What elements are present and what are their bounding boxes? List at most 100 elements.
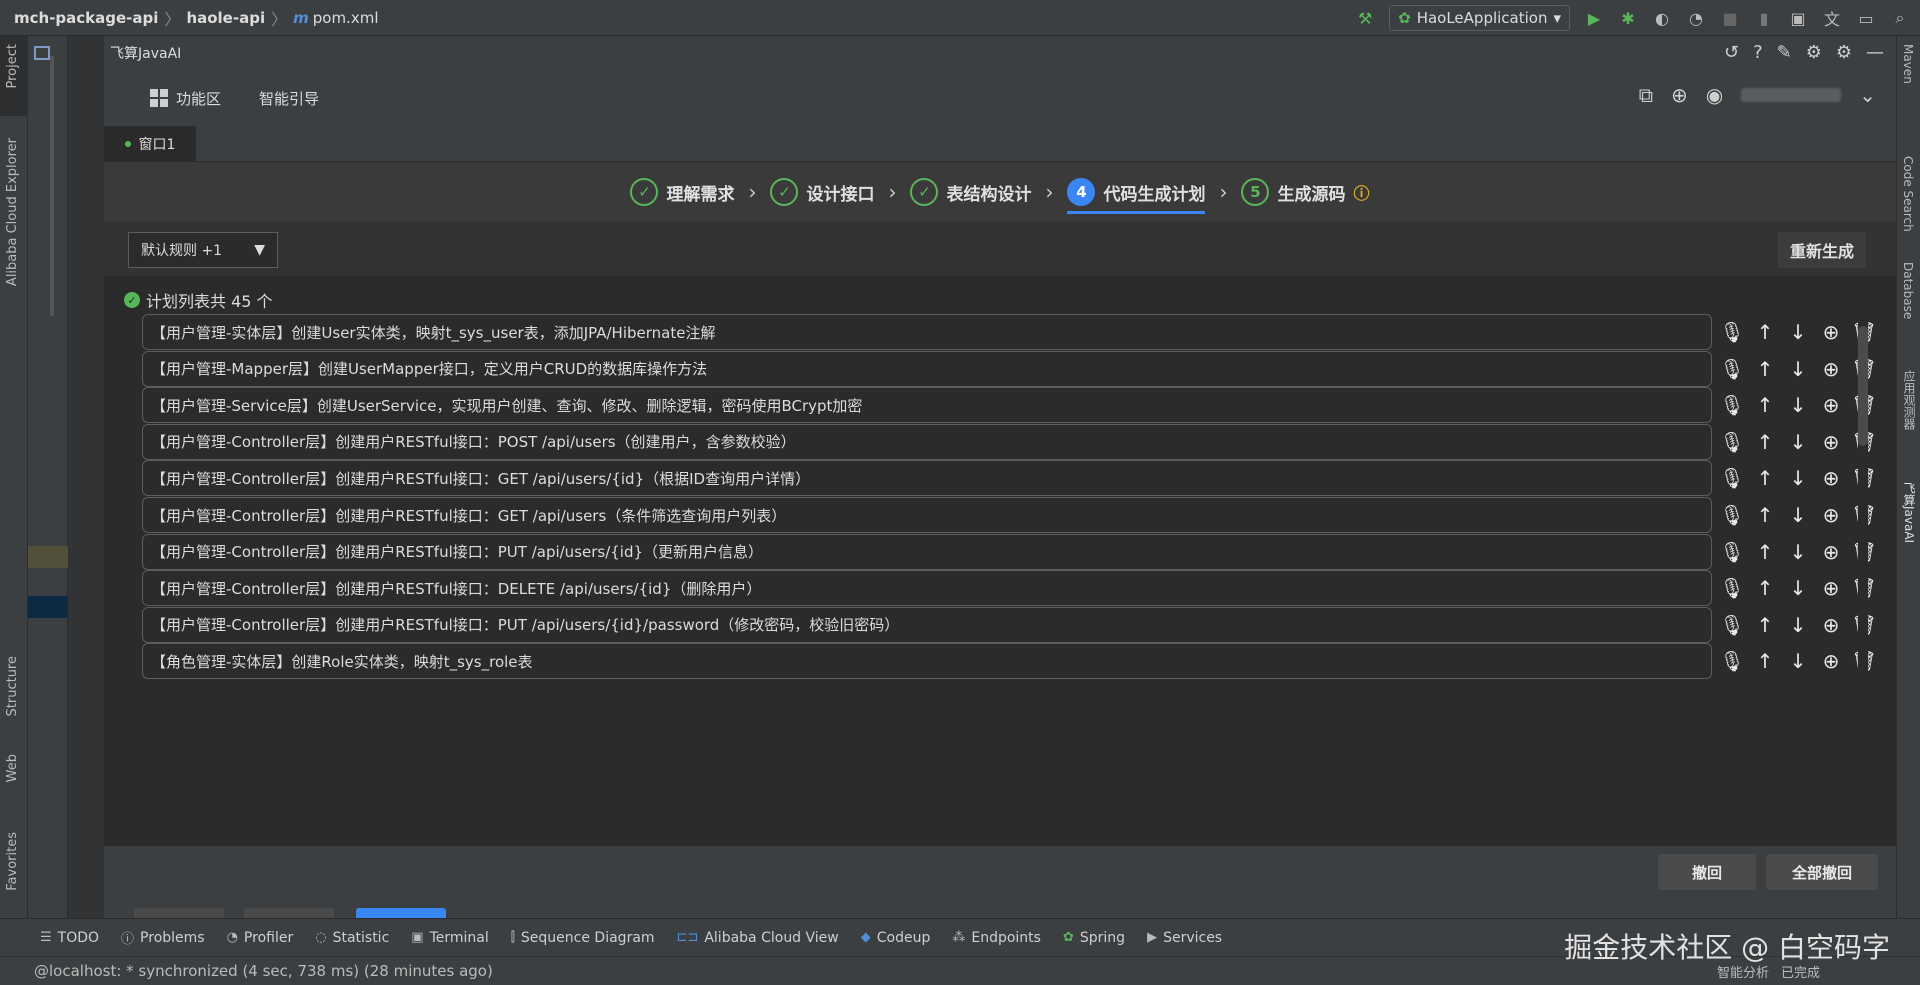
tool-project[interactable]: Project xyxy=(0,36,28,116)
nav-smart-guide[interactable]: 智能引导 xyxy=(259,88,319,109)
panel-layout-icon[interactable] xyxy=(34,46,50,60)
microphone-icon[interactable]: 🎙 xyxy=(1719,393,1744,417)
tool-profiler[interactable]: ◔ Profiler xyxy=(227,930,294,946)
arrow-up-icon[interactable]: ↑ xyxy=(1753,393,1777,417)
tool-statistic[interactable]: ◌ Statistic xyxy=(315,930,389,946)
plan-item-input[interactable]: 【角色管理-实体层】创建Role实体类，映射t_sys_role表 xyxy=(142,643,1712,680)
tool-services[interactable]: ▶ Services xyxy=(1147,930,1222,946)
plan-item-input[interactable]: 【用户管理-Controller层】创建用户RESTful接口：GET /api… xyxy=(142,497,1712,533)
microphone-icon[interactable]: 🎙 xyxy=(1719,576,1744,600)
breadcrumb-project[interactable]: mch-package-api xyxy=(14,9,158,27)
arrow-up-icon[interactable]: ↑ xyxy=(1753,466,1777,490)
breadcrumb-file[interactable]: m pom.xml xyxy=(293,9,378,27)
add-circle-icon[interactable]: ⊕ xyxy=(1819,649,1843,673)
arrow-down-icon[interactable]: ↓ xyxy=(1786,466,1810,490)
add-icon[interactable]: ⊕ xyxy=(1671,83,1688,107)
add-circle-icon[interactable]: ⊕ xyxy=(1819,613,1843,637)
tool-feisuan-javaai[interactable]: 飞算JavaAI xyxy=(1901,482,1918,543)
chevron-down-icon[interactable]: ⌄ xyxy=(1859,83,1876,107)
tool-code-search[interactable]: Code Search xyxy=(1901,156,1915,232)
arrow-up-icon[interactable]: ↑ xyxy=(1753,576,1777,600)
arrow-down-icon[interactable]: ↓ xyxy=(1786,503,1810,527)
add-circle-icon[interactable]: ⊕ xyxy=(1819,430,1843,454)
translate-icon[interactable]: 文 xyxy=(1822,8,1842,29)
step-1[interactable]: ✓ 理解需求 xyxy=(630,162,734,222)
tool-sequence-diagram[interactable]: ⫿ Sequence Diagram xyxy=(511,930,655,946)
breadcrumb-module[interactable]: haole-api xyxy=(186,9,265,27)
project-structure-icon[interactable]: ▣ xyxy=(1788,8,1808,28)
step-3[interactable]: ✓ 表结构设计 xyxy=(910,162,1031,222)
edit-icon[interactable]: ✎ xyxy=(1777,42,1792,63)
plan-item-input[interactable]: 【用户管理-Service层】创建UserService，实现用户创建、查询、修… xyxy=(142,387,1712,424)
plan-item-input[interactable]: 【用户管理-Controller层】创建用户RESTful接口：PUT /api… xyxy=(142,606,1712,643)
microphone-icon[interactable]: 🎙 xyxy=(1719,320,1744,344)
arrow-down-icon[interactable]: ↓ xyxy=(1786,430,1810,454)
help-icon[interactable]: ? xyxy=(1753,42,1763,63)
arrow-down-icon[interactable]: ↓ xyxy=(1786,540,1810,564)
plan-item-input[interactable]: 【用户管理-Controller层】创建用户RESTful接口：PUT /api… xyxy=(142,533,1712,570)
add-circle-icon[interactable]: ⊕ xyxy=(1819,466,1843,490)
tool-todo[interactable]: ☰ TODO xyxy=(40,930,99,946)
microphone-icon[interactable]: 🎙 xyxy=(1719,430,1744,454)
tool-database[interactable]: Database xyxy=(1901,262,1915,319)
presentation-icon[interactable]: ▭ xyxy=(1856,8,1876,28)
arrow-up-icon[interactable]: ↑ xyxy=(1753,649,1777,673)
tool-maven[interactable]: Maven xyxy=(1901,44,1915,84)
arrow-up-icon[interactable]: ↑ xyxy=(1753,503,1777,527)
arrow-down-icon[interactable]: ↓ xyxy=(1786,613,1810,637)
arrow-up-icon[interactable]: ↑ xyxy=(1753,357,1777,381)
rule-select[interactable]: 默认规则 +1 ▼ xyxy=(128,232,278,268)
tool-problems[interactable]: ⓘ Problems xyxy=(121,928,205,948)
nav-function-area[interactable]: 功能区 xyxy=(150,88,221,109)
run-config-select[interactable]: ✿ HaoLeApplication ▾ xyxy=(1389,5,1570,31)
step-4[interactable]: 4 代码生成计划 xyxy=(1067,162,1206,222)
tool-alibaba-cloud-explorer[interactable]: Alibaba Cloud Explorer xyxy=(5,138,20,286)
plan-item-input[interactable]: 【用户管理-实体层】创建User实体类，映射t_sys_user表，添加JPA/… xyxy=(142,314,1712,350)
microphone-icon[interactable]: 🎙 xyxy=(1719,649,1744,673)
arrow-up-icon[interactable]: ↑ xyxy=(1753,540,1777,564)
add-circle-icon[interactable]: ⊕ xyxy=(1819,540,1843,564)
arrow-up-icon[interactable]: ↑ xyxy=(1753,613,1777,637)
history-icon[interactable]: ↺ xyxy=(1724,42,1739,63)
arrow-down-icon[interactable]: ↓ xyxy=(1786,320,1810,344)
arrow-down-icon[interactable]: ↓ xyxy=(1786,357,1810,381)
user-avatar-icon[interactable]: ◉ xyxy=(1706,83,1723,107)
undo-button[interactable]: 撤回 xyxy=(1658,854,1756,890)
coverage-icon[interactable]: ◐ xyxy=(1652,8,1672,28)
tool-terminal[interactable]: ▣ Terminal xyxy=(411,930,488,946)
build-hammer-icon[interactable]: ⚒ xyxy=(1355,8,1375,28)
microphone-icon[interactable]: 🎙 xyxy=(1719,540,1744,564)
debug-icon[interactable]: ✱ xyxy=(1618,8,1638,28)
gear-icon[interactable]: ⚙ xyxy=(1836,42,1852,63)
microphone-icon[interactable]: 🎙 xyxy=(1719,613,1744,637)
tool-favorites[interactable]: Favorites xyxy=(5,832,20,891)
git-icon[interactable]: ▮ xyxy=(1754,8,1774,28)
step-2[interactable]: ✓ 设计接口 xyxy=(770,162,874,222)
microphone-icon[interactable]: 🎙 xyxy=(1719,466,1744,490)
add-circle-icon[interactable]: ⊕ xyxy=(1819,576,1843,600)
microphone-icon[interactable]: 🎙 xyxy=(1719,357,1744,381)
plan-item-input[interactable]: 【用户管理-Mapper层】创建UserMapper接口，定义用户CRUD的数据… xyxy=(142,350,1712,387)
arrow-down-icon[interactable]: ↓ xyxy=(1786,576,1810,600)
minimize-icon[interactable]: — xyxy=(1866,42,1884,63)
search-icon[interactable]: ⌕ xyxy=(1890,8,1910,28)
microphone-icon[interactable]: 🎙 xyxy=(1719,503,1744,527)
arrow-up-icon[interactable]: ↑ xyxy=(1753,320,1777,344)
plan-item-input[interactable]: 【用户管理-Controller层】创建用户RESTful接口：POST /ap… xyxy=(142,423,1712,460)
profile-icon[interactable]: ◔ xyxy=(1686,8,1706,28)
add-circle-icon[interactable]: ⊕ xyxy=(1819,393,1843,417)
add-circle-icon[interactable]: ⊕ xyxy=(1819,357,1843,381)
plan-item-input[interactable]: 【用户管理-Controller层】创建用户RESTful接口：DELETE /… xyxy=(142,570,1712,607)
new-window-icon[interactable]: ⧉ xyxy=(1639,83,1653,107)
tool-spring[interactable]: ✿ Spring xyxy=(1063,930,1125,946)
stop-icon[interactable]: ■ xyxy=(1720,8,1740,28)
arrow-up-icon[interactable]: ↑ xyxy=(1753,430,1777,454)
tool-codeup[interactable]: ◆ Codeup xyxy=(861,930,931,946)
tool-web[interactable]: Web xyxy=(5,754,20,782)
step-5[interactable]: 5 生成源码 ⓘ xyxy=(1241,162,1370,222)
tool-app-observer[interactable]: 应用观测器 xyxy=(1901,370,1918,430)
run-icon[interactable]: ▶ xyxy=(1584,8,1604,28)
settings-icon[interactable]: ⚙ xyxy=(1806,42,1822,63)
plan-scrollbar[interactable] xyxy=(1858,276,1868,846)
regenerate-button[interactable]: 重新生成 xyxy=(1777,232,1866,268)
